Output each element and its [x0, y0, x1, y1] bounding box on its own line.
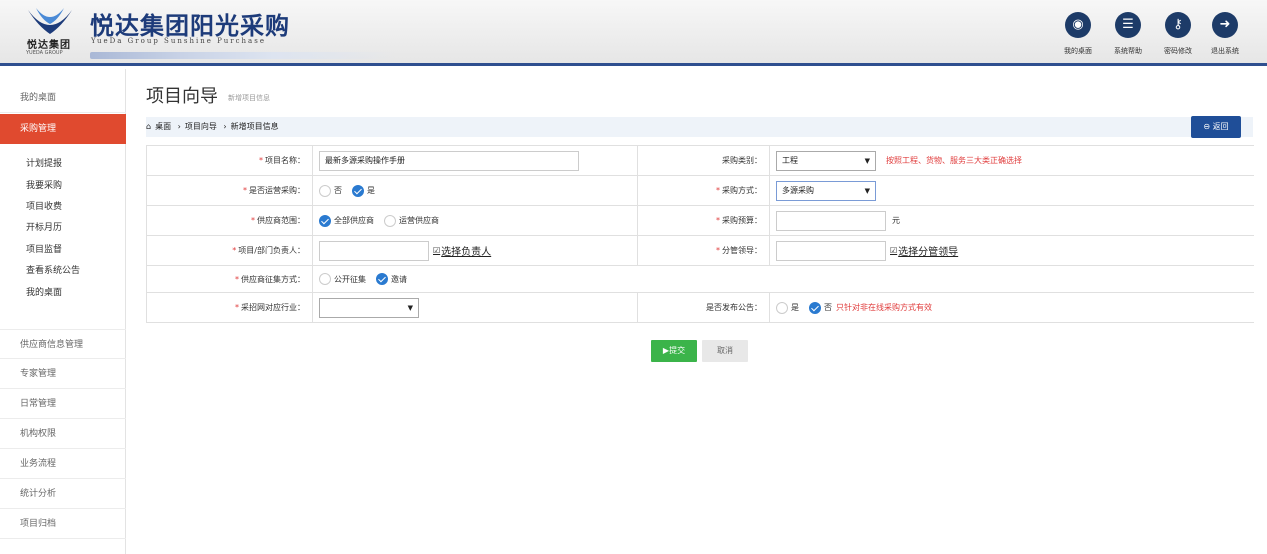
supplier-scope-all-radio[interactable]: 全部供应商 [319, 214, 374, 227]
supervisor-label: * 分管领导： [638, 236, 770, 265]
supervisor-input[interactable] [776, 240, 886, 261]
purchase-method-select[interactable]: 多源采购 ▼ [776, 180, 876, 201]
purchase-method-label: * 采购方式： [638, 176, 770, 205]
sidebar-subitem-supervision[interactable]: 项目监督 [0, 240, 126, 260]
sidebar-item-supplier[interactable]: 供应商信息管理 [0, 329, 126, 359]
dropdown-arrow-icon: ▼ [407, 303, 413, 312]
cancel-button[interactable]: 取消 [702, 340, 748, 362]
supplier-collect-label: * 供应商征集方式： [147, 266, 313, 292]
key-icon: ⚷ [1165, 12, 1191, 38]
is-operation-no-radio[interactable]: 否 [319, 184, 342, 197]
dropdown-arrow-icon: ▼ [864, 186, 870, 195]
desktop-button[interactable]: ◉ 我的桌面 [1056, 12, 1100, 56]
document-icon: ☰ [1115, 12, 1141, 38]
chevron-right-icon: › [177, 122, 181, 131]
sidebar-item-workflow[interactable]: 业务流程 [0, 449, 126, 479]
decorative-bar [90, 52, 395, 59]
budget-unit: 元 [892, 216, 900, 225]
app-subtitle: YueDa Group Sunshine Purchase [91, 37, 266, 45]
select-supervisor-link[interactable]: ☑ 选择分管领导 [890, 243, 958, 258]
dropdown-arrow-icon: ▼ [864, 156, 870, 165]
globe-icon: ◉ [1065, 12, 1091, 38]
sidebar-item-daily[interactable]: 日常管理 [0, 389, 126, 419]
breadcrumb-wizard[interactable]: 项目向导 [185, 122, 217, 131]
purchase-category-select[interactable]: 工程 ▼ [776, 150, 876, 171]
breadcrumb: ⌂ 桌面 › 项目向导 › 新增项目信息 [146, 117, 1253, 137]
publish-notice-hint: 只针对非在线采购方式有效 [836, 303, 932, 312]
sidebar: 我的桌面 采购管理 计划提报 我要采购 项目收费 开标月历 项目监督 查看系统公… [0, 69, 126, 554]
sidebar-item-archive[interactable]: 项目归档 [0, 509, 126, 539]
help-button[interactable]: ☰ 系统帮助 [1106, 12, 1150, 56]
purchase-category-hint: 按照工程、货物、服务三大类正确选择 [886, 156, 1022, 165]
select-owner-link[interactable]: ☑ 选择负责人 [433, 243, 491, 258]
publish-no-radio[interactable]: 否 [809, 301, 832, 314]
breadcrumb-home[interactable]: 桌面 [155, 122, 171, 131]
industry-label: * 采招网对应行业： [147, 293, 313, 322]
sidebar-subitem-purchase[interactable]: 我要采购 [0, 176, 126, 196]
change-password-button[interactable]: ⚷ 密码修改 [1156, 12, 1200, 56]
logout-icon: ➜ [1212, 12, 1238, 38]
budget-label: * 采购预算： [638, 206, 770, 235]
industry-select[interactable]: ▼ [319, 297, 419, 318]
project-name-label: * 项目名称： [147, 146, 313, 175]
collect-invite-radio[interactable]: 邀请 [376, 273, 407, 285]
purchase-category-label: 采购类别： [638, 146, 770, 175]
back-button[interactable]: ⊖ 返回 [1191, 116, 1241, 138]
collect-public-radio[interactable]: 公开征集 [319, 273, 366, 285]
sidebar-subitem-desktop[interactable]: 我的桌面 [0, 283, 126, 303]
publish-yes-radio[interactable]: 是 [776, 301, 799, 314]
project-name-input[interactable]: 最新多源采购操作手册 [319, 150, 579, 171]
supplier-scope-operation-radio[interactable]: 运营供应商 [384, 214, 439, 227]
logout-button[interactable]: ➜ 退出系统 [1203, 12, 1247, 56]
sidebar-item-purchase-management[interactable]: 采购管理 [0, 114, 126, 144]
project-form: * 项目名称： 最新多源采购操作手册 采购类别： 工程 ▼ 按照工程、货物、服务三大… [146, 145, 1254, 323]
is-operation-yes-radio[interactable]: 是 [352, 184, 375, 197]
chevron-right-icon: › [223, 122, 227, 131]
sidebar-item-experts[interactable]: 专家管理 [0, 359, 126, 389]
app-header: 悦达集团 YUEDA GROUP 悦达集团阳光采购 YueDa Group Su… [0, 0, 1267, 66]
sidebar-item-statistics[interactable]: 统计分析 [0, 479, 126, 509]
sidebar-item-permissions[interactable]: 机构权限 [0, 419, 126, 449]
supplier-scope-label: * 供应商范围： [147, 206, 313, 235]
sidebar-subitem-calendar[interactable]: 开标月历 [0, 218, 126, 238]
submit-button[interactable]: ▶提交 [651, 340, 697, 362]
project-owner-input[interactable] [319, 240, 429, 261]
sidebar-subitem-fees[interactable]: 项目收费 [0, 197, 126, 217]
project-owner-label: * 项目/部门负责人： [147, 236, 313, 265]
publish-notice-label: 是否发布公告： [638, 293, 770, 322]
sidebar-subitem-plan[interactable]: 计划提报 [0, 154, 126, 174]
app-title: 悦达集团阳光采购 [90, 12, 290, 40]
page-title: 项目向导 [146, 86, 218, 107]
home-icon: ⌂ [146, 122, 152, 131]
edit-icon: ☑ [890, 246, 898, 255]
page-subtitle: 新增项目信息 [228, 94, 270, 102]
sidebar-subitem-notices[interactable]: 查看系统公告 [0, 261, 126, 281]
edit-icon: ☑ [433, 246, 441, 255]
logo-text-en: YUEDA GROUP [26, 50, 63, 56]
breadcrumb-current: 新增项目信息 [230, 122, 279, 131]
is-operation-label: * 是否运营采购： [147, 176, 313, 205]
logo-text-cn: 悦达集团 [27, 40, 71, 51]
budget-input[interactable] [776, 210, 886, 231]
sidebar-item-desktop[interactable]: 我的桌面 [0, 83, 126, 113]
back-icon: ⊖ [1203, 122, 1211, 131]
